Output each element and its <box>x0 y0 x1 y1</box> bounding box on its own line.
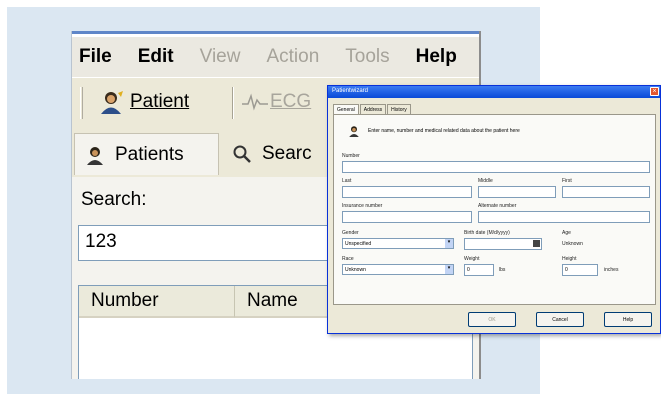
gender-value: Unspecified <box>345 241 372 247</box>
number-field[interactable] <box>342 161 650 173</box>
patient-icon <box>101 91 123 114</box>
ecg-button[interactable]: ECG <box>242 84 311 120</box>
middle-name-field[interactable] <box>478 186 556 198</box>
column-number[interactable]: Number <box>79 286 235 318</box>
first-name-label: First <box>562 178 572 184</box>
cancel-button[interactable]: Cancel <box>536 312 584 327</box>
age-label: Age <box>562 230 571 236</box>
race-value: Unknown <box>345 267 366 273</box>
birth-date-field[interactable] <box>464 238 542 250</box>
height-unit: inches <box>604 267 619 273</box>
dialog-title: Patientwizard <box>328 86 660 98</box>
patient-button[interactable]: Patient <box>98 84 189 120</box>
dialog-tabs: General Address History <box>333 104 412 114</box>
patient-wizard-dialog: Patientwizard × General Address History … <box>327 85 661 334</box>
race-select[interactable]: Unknown ▾ <box>342 264 454 275</box>
window-title-edge <box>72 31 479 34</box>
weight-label: Weight <box>464 256 480 262</box>
menu-file[interactable]: File <box>79 46 112 68</box>
tab-patients-label: Patients <box>115 143 184 165</box>
menu-bar: File Edit View Action Tools Help <box>72 37 479 77</box>
search-label: Search: <box>81 189 147 210</box>
calendar-icon[interactable] <box>533 240 540 247</box>
patients-icon <box>87 146 103 165</box>
alternate-number-label: Alternate number <box>478 203 517 209</box>
ecg-icon <box>242 93 268 111</box>
race-label: Race <box>342 256 354 262</box>
gender-select[interactable]: Unspecified ▾ <box>342 238 454 249</box>
dialog-panel: Enter name, number and medical related d… <box>333 114 656 305</box>
search-icon <box>233 145 251 163</box>
first-name-field[interactable] <box>562 186 650 198</box>
menu-tools[interactable]: Tools <box>345 46 389 68</box>
ecg-button-label: ECG <box>270 91 312 112</box>
help-button[interactable]: Help <box>604 312 652 327</box>
insurance-number-field[interactable] <box>342 211 472 223</box>
alternate-number-field[interactable] <box>478 211 650 223</box>
middle-name-label: Middle <box>478 178 493 184</box>
menu-edit[interactable]: Edit <box>138 46 174 68</box>
dialog-intro: Enter name, number and medical related d… <box>348 125 520 137</box>
menu-help[interactable]: Help <box>416 46 457 68</box>
menu-view[interactable]: View <box>200 46 241 68</box>
insurance-number-label: Insurance number <box>342 203 383 209</box>
tab-address[interactable]: Address <box>359 104 387 114</box>
tab-search-label: Searc <box>262 143 312 164</box>
height-label: Height <box>562 256 577 262</box>
number-label: Number <box>342 153 360 159</box>
dialog-intro-text: Enter name, number and medical related d… <box>368 128 520 134</box>
close-icon[interactable]: × <box>650 87 659 96</box>
tab-general[interactable]: General <box>333 104 359 114</box>
toolbar-separator <box>232 87 234 119</box>
chevron-down-icon: ▾ <box>445 239 453 248</box>
tab-patients[interactable]: Patients <box>74 133 219 175</box>
height-field[interactable]: 0 <box>562 264 598 276</box>
birth-date-label: Birth date (M/d/yyyy) <box>464 230 510 236</box>
weight-field[interactable]: 0 <box>464 264 494 276</box>
toolbar-grip[interactable] <box>80 87 83 119</box>
tab-history[interactable]: History <box>387 104 411 114</box>
last-name-field[interactable] <box>342 186 472 198</box>
last-name-label: Last <box>342 178 352 184</box>
menu-action[interactable]: Action <box>266 46 319 68</box>
weight-unit: lbs <box>499 267 506 273</box>
chevron-down-icon: ▾ <box>445 265 453 274</box>
ok-button[interactable]: OK <box>468 312 516 327</box>
gender-label: Gender <box>342 230 359 236</box>
age-value: Unknown <box>562 241 583 247</box>
patient-icon <box>349 126 359 137</box>
patient-button-label: Patient <box>130 91 190 112</box>
